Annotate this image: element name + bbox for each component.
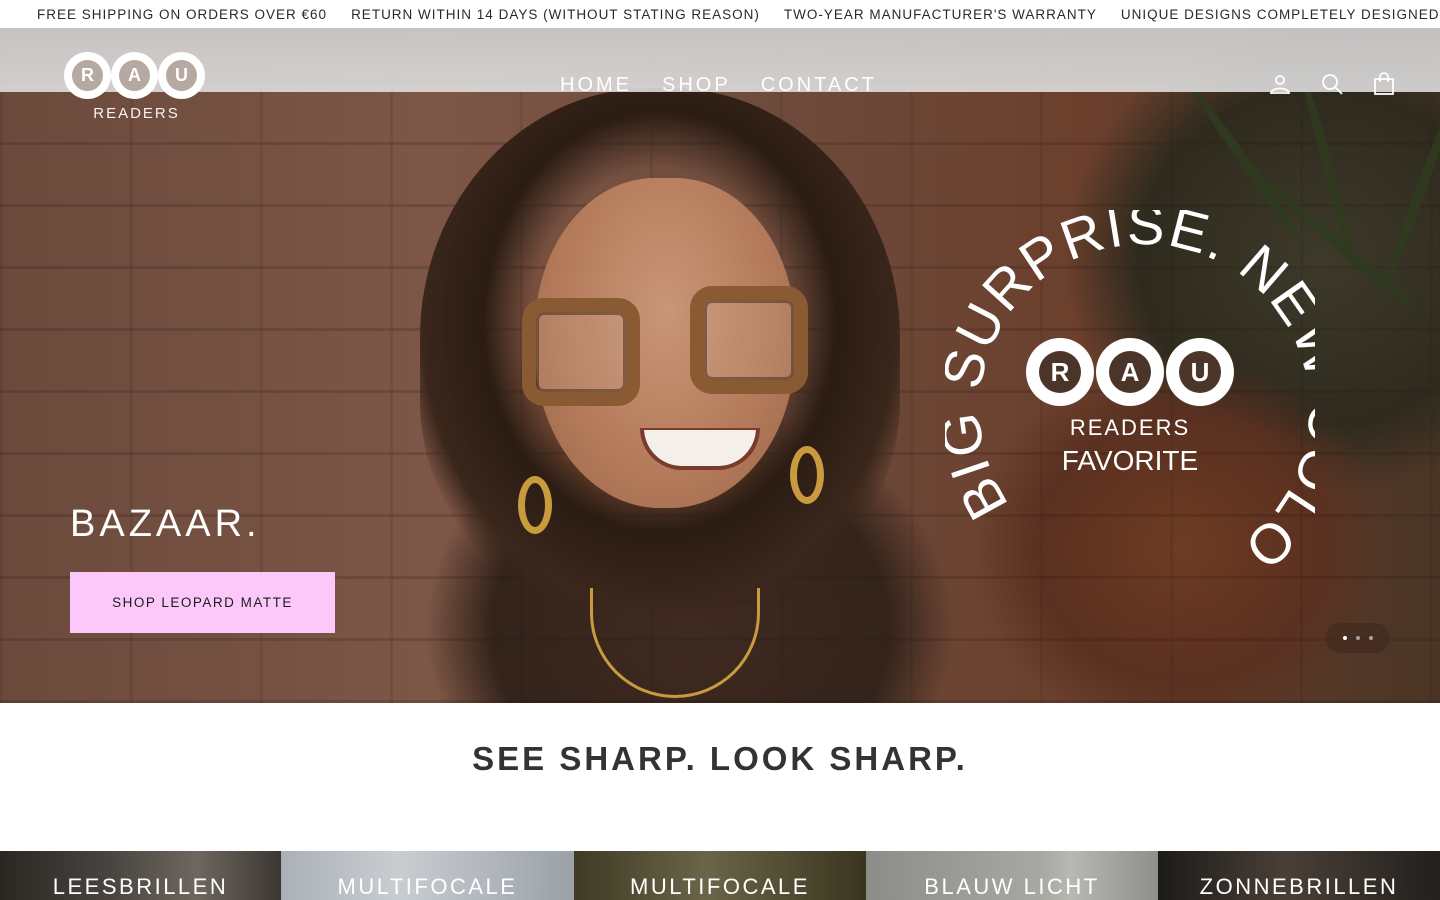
site-logo[interactable]: R A U READERS [64,52,209,124]
new-color-badge: BIG SURPRISE. NEW COLOR. R A U READERS F… [945,210,1315,580]
earring-left [518,476,552,534]
logo-letter: R [72,60,103,91]
announcement-item: RETURN WITHIN 14 DAYS (WITHOUT STATING R… [351,6,760,22]
nav-home[interactable]: HOME [560,74,632,97]
logo-letter: U [166,60,197,91]
logo-ring: R [64,52,111,99]
slide-dot[interactable] [1368,636,1373,640]
logo-subtitle: READERS [93,105,180,122]
logo-ring: U [158,52,205,99]
badge-letter: U [1191,357,1210,387]
slide-dot[interactable] [1355,636,1360,640]
earring-right [790,446,824,504]
shop-leopard-matte-button[interactable]: SHOP LEOPARD MATTE [70,572,335,633]
badge-line-favorite: FAVORITE [1062,445,1198,476]
announcement-bar: FREE SHIPPING ON ORDERS OVER €60 RETURN … [0,0,1440,28]
category-label: MULTIFOCALE [630,874,810,899]
logo-rings: R A U [64,52,209,99]
slide-dot[interactable] [1342,636,1347,640]
nav-contact[interactable]: CONTACT [761,74,877,97]
nav-shop[interactable]: SHOP [662,74,731,97]
category-tile-leesbrillen[interactable]: LEESBRILLEN [0,851,281,900]
badge-logo: R A U [1026,338,1234,406]
announcement-item: FREE SHIPPING ON ORDERS OVER €60 [37,6,328,22]
search-icon[interactable] [1320,72,1344,96]
cart-icon[interactable] [1372,72,1396,96]
category-label: ZONNEBRILLEN [1199,874,1399,899]
main-nav: HOME SHOP CONTACT [560,74,877,97]
badge-letter: A [1121,357,1140,387]
header-icons [1268,72,1396,96]
badge-line-readers: READERS [1070,415,1190,440]
tagline: SEE SHARP. LOOK SHARP. [472,740,968,777]
category-tile-zonnebrillen[interactable]: ZONNEBRILLEN [1158,851,1440,900]
logo-ring: A [111,52,158,99]
announcement-item: TWO-YEAR MANUFACTURER'S WARRANTY [783,6,1097,22]
glasses-lens-left [522,298,640,406]
category-tiles: LEESBRILLEN MULTIFOCALE MULTIFOCALE BLAU… [0,851,1440,900]
hero-title: BAZAAR. [70,503,261,545]
category-tile-multifocale-2[interactable]: MULTIFOCALE [574,851,866,900]
announcement-item: UNIQUE DESIGNS COMPLETELY DESIGNED IN TH… [1120,6,1440,22]
glasses-lens-right [690,286,808,394]
category-label: MULTIFOCALE [337,874,518,899]
category-label: BLAUW LICHT [924,874,1100,899]
category-label: LEESBRILLEN [52,874,229,899]
slide-pagination [1325,623,1390,653]
category-tile-multifocale[interactable]: MULTIFOCALE [281,851,574,900]
badge-letter: R [1051,357,1070,387]
account-icon[interactable] [1268,72,1292,96]
logo-letter: A [119,60,150,91]
category-tile-blauw-licht[interactable]: BLAUW LICHT [866,851,1158,900]
